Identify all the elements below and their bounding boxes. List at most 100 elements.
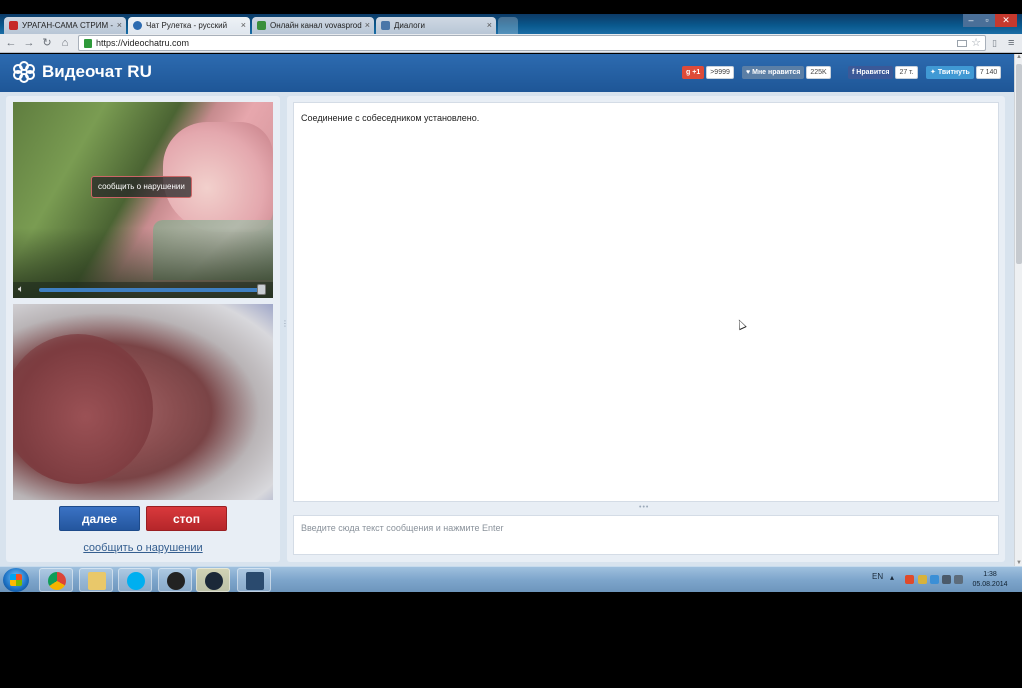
language-indicator[interactable]: EN (872, 572, 883, 581)
tab-online-channel[interactable]: Онлайн канал vovasprod × (252, 17, 374, 34)
fb-like[interactable]: f Нравится 27 т. (848, 66, 918, 79)
app-icon (246, 572, 264, 590)
tab-uragan[interactable]: УРАГАН-САМА СТРИМ - × (4, 17, 126, 34)
speaker-icon[interactable]: 🔈︎ (18, 284, 24, 296)
maximize-window-button[interactable]: ▫ (979, 14, 995, 27)
gplus-icon: g (686, 69, 691, 76)
next-button[interactable]: далее (59, 506, 140, 531)
vk-icon (381, 21, 390, 30)
tweet-button[interactable]: ✦ Твитнуть (926, 66, 974, 79)
minimize-window-button[interactable]: – (963, 14, 979, 27)
start-button[interactable] (3, 568, 29, 592)
screen: УРАГАН-САМА СТРИМ - × Чат Рулетка - русс… (0, 0, 1022, 688)
address-bar[interactable]: https://videochatru.com ☆ (78, 35, 986, 51)
site-logo-text[interactable]: Видеочат RU (42, 61, 152, 83)
record-icon (9, 21, 18, 30)
chat-system-message: Соединение с собеседником установлено. (301, 113, 480, 123)
skype-icon (127, 572, 145, 590)
clock-date: 05.08.2014 (972, 581, 1008, 588)
tab-label: Диалоги (394, 21, 425, 30)
heart-icon: ♥ (746, 69, 751, 76)
chat-panel: Соединение с собеседником установлено. •… (287, 96, 1005, 562)
twitter-share[interactable]: ✦ Твитнуть 7 140 (926, 66, 1002, 79)
gplus-button[interactable]: g +1 (682, 66, 705, 79)
url-text: https://videochatru.com (96, 38, 190, 48)
tab-dialogs[interactable]: Диалоги × (376, 17, 496, 34)
bookmark-star-icon[interactable]: ☆ (971, 36, 981, 50)
new-tab-button[interactable] (498, 17, 518, 34)
gplus-count: >9999 (706, 66, 734, 79)
partner-video[interactable]: сообщить о нарушении 🔈︎ (13, 102, 273, 298)
page-scrollbar[interactable]: ▲ ▼ (1014, 54, 1022, 566)
tray-app-icon[interactable] (905, 575, 914, 584)
scroll-up-icon[interactable]: ▲ (1016, 54, 1022, 60)
fb-like-count: 27 т. (895, 66, 918, 79)
vk-like-count: 225K (806, 66, 831, 79)
flower-logo-icon[interactable] (13, 61, 35, 83)
skype-tray-icon[interactable] (930, 575, 939, 584)
folder-icon (88, 572, 106, 590)
tab-label: Онлайн канал vovasprod (270, 21, 362, 30)
volume-slider-handle[interactable] (257, 284, 266, 295)
letterbox-top (0, 0, 1022, 14)
close-window-button[interactable]: ✕ (995, 14, 1017, 27)
play-icon (257, 21, 266, 30)
taskbar-app[interactable] (237, 568, 271, 592)
twitter-bird-icon: ✦ (930, 69, 936, 76)
chat-resize-handle[interactable]: ••• (639, 504, 649, 511)
taskbar-obs[interactable] (158, 568, 192, 592)
taskbar-skype[interactable] (118, 568, 152, 592)
report-abuse-link[interactable]: сообщить о нарушении (6, 542, 280, 554)
taskbar-steam[interactable] (196, 568, 230, 592)
close-icon[interactable]: × (487, 17, 492, 34)
scrollbar-thumb[interactable] (1016, 64, 1022, 264)
tab-label: Чат Рулетка - русский (146, 21, 228, 30)
reload-icon[interactable]: ↻ (40, 36, 54, 50)
volume-slider[interactable] (39, 288, 261, 292)
close-icon[interactable]: × (365, 17, 370, 34)
stop-button[interactable]: стоп (146, 506, 227, 531)
chat-log: Соединение с собеседником установлено. (293, 102, 999, 502)
tab-label: УРАГАН-САМА СТРИМ - (22, 21, 113, 30)
tweet-count: 7 140 (975, 66, 1002, 79)
steam-icon (205, 572, 223, 590)
tab-chat-roulette[interactable]: Чат Рулетка - русский × (128, 17, 250, 34)
close-icon[interactable]: × (241, 17, 246, 34)
obs-icon (167, 572, 185, 590)
browser-toolbar: ← → ↻ ⌂ https://videochatru.com ☆ ▯ ≡ (0, 34, 1022, 53)
site-header: Видеочат RU g +1 >9999 ♥ Мне нравится 225K… (0, 54, 1014, 92)
volume-icon[interactable] (954, 575, 963, 584)
windows-logo-icon (10, 574, 22, 586)
own-camera-video (13, 304, 273, 500)
tray-expand-icon[interactable]: ▴ (890, 573, 894, 582)
letterbox-bottom (0, 592, 1022, 688)
fb-like-button[interactable]: f Нравится (848, 66, 894, 79)
extension-icon[interactable]: ▯ (992, 36, 997, 50)
vk-like-button[interactable]: ♥ Мне нравится (742, 66, 805, 79)
camera-icon[interactable] (957, 40, 967, 47)
taskbar-chrome[interactable] (39, 568, 73, 592)
gplus-share[interactable]: g +1 >9999 (682, 66, 734, 79)
vk-like[interactable]: ♥ Мне нравится 225K (742, 66, 831, 79)
report-tooltip[interactable]: сообщить о нарушении (91, 176, 192, 198)
panel-splitter[interactable]: ⋮ (281, 320, 289, 332)
home-icon[interactable]: ⌂ (58, 36, 72, 50)
network-icon[interactable] (942, 575, 951, 584)
page-body: сообщить о нарушении 🔈︎ далее стоп сообщ… (0, 92, 1014, 566)
taskbar-explorer[interactable] (79, 568, 113, 592)
video-controls: 🔈︎ (13, 282, 273, 298)
facebook-icon: f (852, 69, 855, 76)
tray-warning-icon[interactable] (918, 575, 927, 584)
back-arrow-icon[interactable]: ← (4, 36, 18, 50)
site-favicon-icon (133, 21, 142, 30)
video-panel: сообщить о нарушении 🔈︎ далее стоп сообщ… (6, 96, 280, 562)
clock-time: 1:38 (983, 571, 997, 578)
menu-icon[interactable]: ≡ (1008, 36, 1014, 50)
close-icon[interactable]: × (117, 17, 122, 34)
chrome-icon (48, 572, 66, 590)
chat-input-placeholder: Введите сюда текст сообщения и нажмите E… (301, 523, 504, 533)
chat-message-input[interactable]: Введите сюда текст сообщения и нажмите E… (293, 515, 999, 555)
forward-arrow-icon[interactable]: → (22, 36, 36, 50)
taskbar-clock[interactable]: 1:38 05.08.2014 (968, 570, 1012, 590)
browser-tabstrip: УРАГАН-САМА СТРИМ - × Чат Рулетка - русс… (0, 14, 1022, 34)
